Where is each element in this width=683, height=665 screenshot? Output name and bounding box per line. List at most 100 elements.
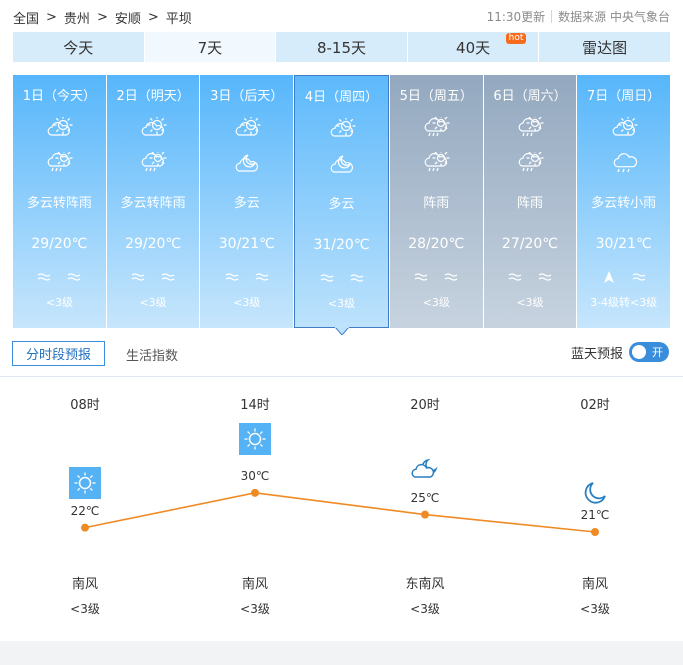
tab-7-days[interactable]: 7天 <box>144 32 276 62</box>
hour-wind-level: <3级 <box>70 602 100 616</box>
weather-description: 多云转阵雨 <box>120 196 186 211</box>
hour-time: 08时 <box>70 398 100 413</box>
day-card[interactable]: 1日（今天） 多云转阵雨 29/20℃ <3级 <box>13 75 106 328</box>
wind-direction <box>295 269 388 287</box>
tab-radar[interactable]: 雷达图 <box>539 32 670 62</box>
day-date: 5日（周五） <box>399 89 473 104</box>
hour-wind-level: <3级 <box>240 602 270 616</box>
blue-sky-toggle[interactable]: 开 <box>629 342 669 362</box>
moon-icon <box>579 477 611 509</box>
divider <box>551 10 553 23</box>
temperature-range: 29/20℃ <box>125 236 182 252</box>
tab-hourly-forecast[interactable]: 分时段预报 <box>12 341 105 366</box>
day-date: 4日（周四） <box>304 90 379 105</box>
hour-wind-direction: 南风 <box>581 577 608 592</box>
hour-wind-direction: 南风 <box>71 577 98 592</box>
day-date: 6日（周六） <box>493 89 567 104</box>
weather-description: 阵雨 <box>423 196 450 211</box>
breadcrumb-separator: > <box>46 9 57 25</box>
temperature-range: 31/20℃ <box>313 237 370 253</box>
tab-today[interactable]: 今天 <box>13 32 144 62</box>
shower-icon <box>421 114 451 139</box>
update-info: 11:30更新 数据来源 中央气象台 <box>487 8 670 25</box>
wind-wave-icon <box>538 270 552 284</box>
day-date: 7日（周日） <box>587 89 661 104</box>
tab-label: 8-15天 <box>316 38 366 57</box>
tab-8-15-days[interactable]: 8-15天 <box>276 32 407 62</box>
temperature-point <box>251 488 259 497</box>
weather-description: 多云 <box>328 197 355 212</box>
breadcrumb-city[interactable]: 安顺 <box>115 8 141 27</box>
breadcrumb-province[interactable]: 贵州 <box>64 8 90 27</box>
temperature-point <box>81 523 89 532</box>
wind-direction <box>107 268 200 286</box>
wind-level: <3级 <box>233 296 261 309</box>
light-rain-icon <box>609 152 639 174</box>
wind-wave-icon <box>320 271 334 285</box>
wind-direction <box>13 268 106 286</box>
sun-icon <box>239 423 271 455</box>
hour-time: 02时 <box>580 398 610 413</box>
wind-wave-icon <box>67 270 81 284</box>
partly-cloudy-night-icon <box>327 153 357 175</box>
wind-wave-icon <box>161 270 175 284</box>
weather-description: 多云转小雨 <box>591 196 657 211</box>
temperature-range: 28/20℃ <box>408 236 465 252</box>
wind-direction <box>577 268 670 286</box>
partly-cloudy-icon <box>138 115 168 139</box>
wind-level: <3级 <box>516 296 544 309</box>
day-date: 3日（后天） <box>210 89 284 104</box>
shower-icon <box>421 149 451 174</box>
day-card[interactable]: 5日（周五） 阵雨 28/20℃ <3级 <box>389 75 483 328</box>
day-date: 2日（明天） <box>116 89 190 104</box>
shower-icon <box>515 149 545 174</box>
breadcrumb-national[interactable]: 全国 <box>13 8 39 27</box>
wind-level: <3级 <box>45 296 73 309</box>
forecast-tabs: 今天 7天 8-15天 40天 hot 雷达图 <box>13 32 670 62</box>
wind-arrow-icon <box>602 270 616 284</box>
shower-icon <box>44 149 74 174</box>
hour-temperature: 25℃ <box>410 490 440 505</box>
breadcrumb-county: 平坝 <box>165 11 192 27</box>
temperature-range: 29/20℃ <box>31 236 88 252</box>
update-time: 11:30更新 <box>486 10 546 24</box>
tab-40-days[interactable]: 40天 hot <box>407 32 539 62</box>
wind-wave-icon <box>350 271 364 285</box>
wind-wave-icon <box>131 270 145 284</box>
temperature-range: 27/20℃ <box>501 236 558 252</box>
cloudy-night-icon <box>409 453 441 485</box>
wind-wave-icon <box>37 270 51 284</box>
sun-icon <box>69 467 101 499</box>
wind-level: <3级 <box>327 297 356 310</box>
tab-life-index[interactable]: 生活指数 <box>126 345 178 364</box>
tab-label: 7天 <box>197 38 223 57</box>
wind-level: 3-4级转<3级 <box>590 296 658 309</box>
partly-cloudy-icon <box>44 115 74 139</box>
temperature-range: 30/21℃ <box>218 236 275 252</box>
toggle-knob <box>632 345 646 359</box>
day-card[interactable]: 3日（后天） 多云 30/21℃ <3级 <box>200 75 294 328</box>
wind-wave-icon <box>414 270 428 284</box>
temperature-point <box>421 510 429 519</box>
wind-level: <3级 <box>422 296 450 309</box>
day-date: 1日（今天） <box>22 89 96 104</box>
weather-description: 多云转阵雨 <box>26 196 92 211</box>
day-card[interactable]: 4日（周四） 多云 31/20℃ <3级 <box>294 75 389 335</box>
wind-wave-icon <box>255 270 269 284</box>
wind-wave-icon <box>444 270 458 284</box>
partly-cloudy-icon <box>609 115 639 139</box>
tab-label: 雷达图 <box>582 38 628 57</box>
wind-direction <box>200 268 293 286</box>
selected-pointer <box>334 327 349 335</box>
breadcrumb: 全国 > 贵州 > 安顺 > 平坝 <box>13 8 192 27</box>
day-card[interactable]: 6日（周六） 阵雨 27/20℃ <3级 <box>483 75 577 328</box>
hot-badge: hot <box>505 33 527 44</box>
tab-label: 40天 <box>456 38 491 57</box>
temperature-point <box>591 528 599 536</box>
partly-cloudy-icon <box>327 116 357 140</box>
day-card[interactable]: 7日（周日） 多云转小雨 30/21℃ 3-4级转<3级 <box>577 75 671 328</box>
day-card[interactable]: 2日（明天） 多云转阵雨 29/20℃ <3级 <box>106 75 200 328</box>
wind-wave-icon <box>632 270 646 284</box>
hour-time: 14时 <box>240 398 270 413</box>
hour-wind-level: <3级 <box>410 602 440 616</box>
